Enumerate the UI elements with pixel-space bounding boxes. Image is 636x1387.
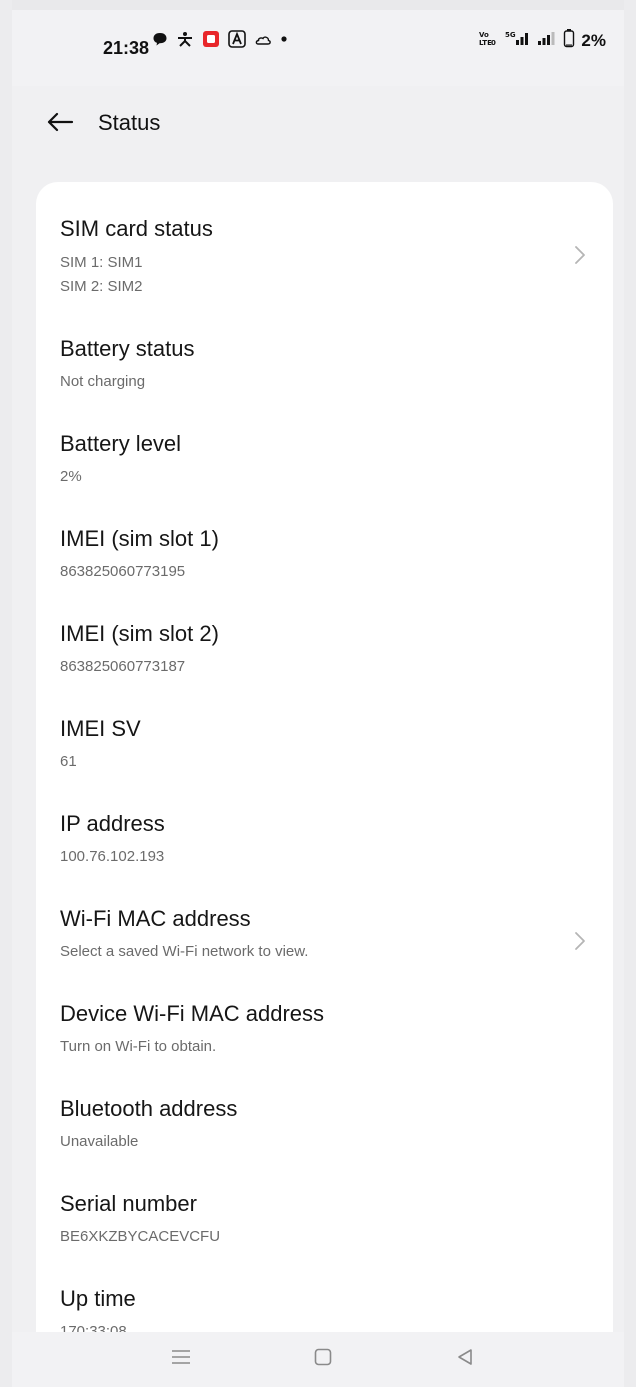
item-title: IP address (60, 811, 165, 836)
list-item-battery-level[interactable]: Battery level 2% (36, 417, 613, 507)
item-subtitle: 170:33:08 (60, 1323, 127, 1332)
chevron-right-icon (575, 932, 585, 950)
menu-icon (170, 1348, 192, 1371)
5g-signal-icon: 5G (505, 30, 531, 51)
item-title: IMEI SV (60, 716, 141, 741)
chat-bubble-icon (152, 31, 168, 47)
right-edge (624, 0, 636, 1387)
app-bar: Status (12, 86, 624, 166)
item-title: IMEI (sim slot 2) (60, 621, 219, 646)
item-subtitle: Not charging (60, 373, 146, 390)
status-time: 21:38 (103, 38, 150, 58)
signal-icon (537, 30, 557, 51)
list-item-bluetooth-address[interactable]: Bluetooth address Unavailable (36, 1082, 613, 1172)
app-red-square-icon (202, 30, 220, 48)
list-item-battery-status[interactable]: Battery status Not charging (36, 322, 613, 412)
home-button[interactable] (308, 1346, 338, 1372)
list-item-sim-card-status[interactable]: SIM card status SIM 1: SIM1 SIM 2: SIM2 (36, 182, 613, 302)
back-nav-button[interactable] (450, 1346, 480, 1372)
item-subtitle: 100.76.102.193 (60, 848, 165, 865)
accessibility-icon (176, 31, 194, 47)
status-list: SIM card status SIM 1: SIM1 SIM 2: SIM2 … (36, 182, 613, 1332)
list-item-serial-number[interactable]: Serial number BE6XKZBYCACEVCFU (36, 1177, 613, 1267)
dot-icon (280, 35, 288, 43)
item-title: Wi-Fi MAC address (60, 906, 251, 931)
svg-text:0: 0 (491, 39, 496, 46)
item-subtitle: 2% (60, 468, 82, 485)
arrow-left-icon (46, 111, 74, 138)
item-title: IMEI (sim slot 1) (60, 526, 219, 551)
list-item-imei-sim-slot-2[interactable]: IMEI (sim slot 2) 863825060773187 (36, 607, 613, 697)
item-subtitle: 863825060773195 (60, 563, 186, 580)
item-subtitle: SIM 2: SIM2 (60, 278, 143, 295)
screen: 21:38 Vo LTE 0 5G 2% Status SIM card sta… (0, 0, 636, 1387)
item-subtitle: 863825060773187 (60, 658, 186, 675)
navigation-bar (12, 1332, 624, 1387)
page-title: Status (98, 110, 161, 135)
home-icon (313, 1347, 333, 1372)
item-subtitle: SIM 1: SIM1 (60, 254, 143, 271)
chevron-right-icon (575, 246, 585, 264)
top-edge (0, 0, 636, 10)
svg-text:Vo: Vo (479, 31, 489, 39)
item-subtitle: Unavailable (60, 1133, 139, 1150)
back-triangle-icon (455, 1347, 475, 1372)
list-item-ip-address[interactable]: IP address 100.76.102.193 (36, 797, 613, 887)
list-item-imei-sim-slot-1[interactable]: IMEI (sim slot 1) 863825060773195 (36, 512, 613, 602)
item-title: Device Wi-Fi MAC address (60, 1001, 325, 1026)
item-title: SIM card status (60, 216, 213, 241)
list-item-wifi-mac-address[interactable]: Wi-Fi MAC address Select a saved Wi-Fi n… (36, 892, 613, 982)
svg-text:5G: 5G (505, 31, 516, 39)
item-title: Bluetooth address (60, 1096, 238, 1121)
system-status-icons: Vo LTE 0 5G 2% (479, 28, 606, 53)
item-title: Up time (60, 1286, 136, 1311)
back-button[interactable] (42, 106, 78, 142)
item-subtitle: 61 (60, 753, 77, 770)
battery-percent: 2% (581, 30, 606, 50)
item-title: Battery status (60, 336, 195, 361)
list-item-device-wifi-mac-address[interactable]: Device Wi-Fi MAC address Turn on Wi-Fi t… (36, 987, 613, 1077)
left-edge (0, 0, 12, 1387)
battery-icon (563, 28, 575, 53)
recent-apps-button[interactable] (166, 1346, 196, 1372)
app-a-icon (228, 30, 246, 48)
item-subtitle: Turn on Wi-Fi to obtain. (60, 1038, 217, 1055)
item-subtitle: BE6XKZBYCACEVCFU (60, 1228, 221, 1245)
item-subtitle: Select a saved Wi-Fi network to view. (60, 943, 309, 960)
list-item-up-time[interactable]: Up time 170:33:08 (36, 1272, 613, 1332)
notification-icons (152, 28, 288, 50)
list-item-imei-sv[interactable]: IMEI SV 61 (36, 702, 613, 792)
item-title: Serial number (60, 1191, 197, 1216)
volte-icon: Vo LTE 0 (479, 30, 499, 51)
item-title: Battery level (60, 431, 182, 456)
cloud-icon (254, 33, 272, 45)
